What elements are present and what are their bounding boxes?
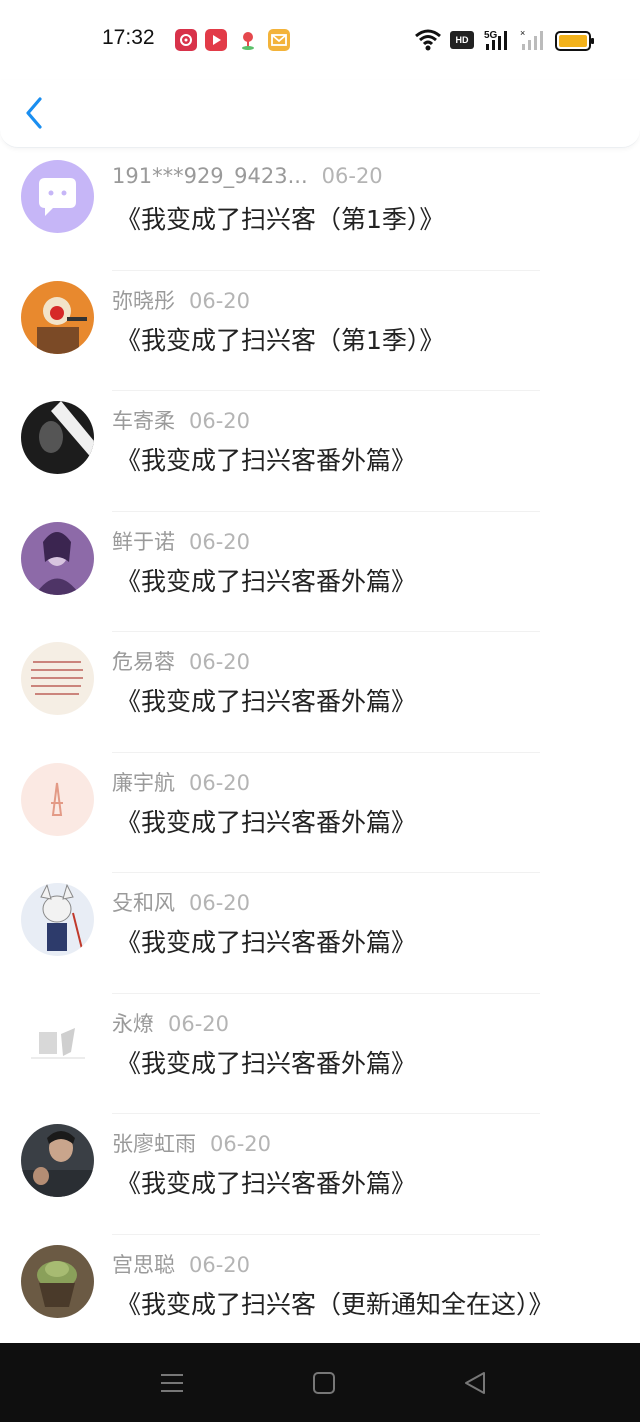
user-name: 191***929_9423... (112, 164, 308, 188)
item-title[interactable]: 《我变成了扫兴客（更新通知全在这）》 (116, 1285, 554, 1321)
grey-sketch-avatar[interactable] (21, 1003, 94, 1077)
user-name: 弥晓彤 (112, 288, 175, 313)
item-title[interactable]: 《我变成了扫兴客番外篇》 (116, 441, 416, 477)
mail-app-icon (268, 29, 290, 51)
chat-bubble-avatar[interactable] (21, 160, 94, 233)
list-item[interactable]: 191***929_9423... 06-20 《我变成了扫兴客（第1季）》 (0, 150, 640, 271)
wifi-icon (414, 28, 442, 56)
hd-icon: HD (450, 31, 474, 49)
user-name: 廉宇航 (112, 770, 175, 795)
item-meta: 车寄柔 06-20 (112, 405, 250, 435)
user-name: 宫思聪 (112, 1252, 175, 1277)
cupcake-avatar[interactable] (21, 1244, 94, 1318)
item-date: 06-20 (321, 164, 383, 188)
app-red-icon (175, 29, 197, 51)
list-item[interactable]: 弥晓彤 06-20 《我变成了扫兴客（第1季）》 (0, 271, 640, 391)
list-item[interactable]: 永燎 06-20 《我变成了扫兴客番外篇》 (0, 994, 640, 1114)
anime-avatar[interactable] (21, 883, 94, 956)
item-date: 06-20 (210, 1132, 272, 1156)
item-title[interactable]: 《我变成了扫兴客番外篇》 (116, 923, 416, 959)
item-title[interactable]: 《我变成了扫兴客番外篇》 (116, 562, 416, 598)
item-title[interactable]: 《我变成了扫兴客番外篇》 (116, 1164, 416, 1200)
signal-5g-icon: 5G (484, 28, 514, 56)
item-title[interactable]: 《我变成了扫兴客番外篇》 (116, 682, 416, 718)
item-title[interactable]: 《我变成了扫兴客番外篇》 (116, 803, 416, 839)
item-date: 06-20 (189, 529, 251, 554)
video-app-icon (205, 29, 227, 51)
list-item[interactable]: 殳和风 06-20 《我变成了扫兴客番外篇》 (0, 873, 640, 994)
list-item[interactable]: 鲜于诺 06-20 《我变成了扫兴客番外篇》 (0, 512, 640, 632)
item-meta: 殳和风 06-20 (112, 887, 250, 917)
item-meta: 宫思聪 06-20 (112, 1249, 250, 1279)
user-name: 张廖虹雨 (112, 1132, 196, 1156)
system-nav-bar (0, 1343, 640, 1422)
svg-text:×: × (520, 28, 525, 38)
status-bar: 17:32 HD 5G × (0, 0, 640, 80)
item-meta: 鲜于诺 06-20 (112, 526, 250, 556)
user-name: 鲜于诺 (112, 529, 175, 554)
signal-icon: × (520, 28, 548, 56)
list-item[interactable]: 张廖虹雨 06-20 《我变成了扫兴客番外篇》 (0, 1114, 640, 1235)
photo-avatar[interactable] (21, 1124, 94, 1197)
item-meta: 永燎 06-20 (112, 1008, 229, 1038)
list-item[interactable]: 廉宇航 06-20 《我变成了扫兴客番外篇》 (0, 753, 640, 873)
item-meta: 危易蓉 06-20 (112, 646, 250, 676)
item-date: 06-20 (168, 1011, 230, 1036)
home-icon[interactable] (310, 1369, 338, 1397)
back-triangle-icon[interactable] (462, 1369, 490, 1397)
top-header (0, 80, 640, 148)
chevron-left-icon[interactable] (20, 95, 50, 131)
map-pin-icon (237, 29, 259, 51)
item-meta: 191***929_9423... 06-20 (112, 164, 383, 188)
item-title[interactable]: 《我变成了扫兴客番外篇》 (116, 1044, 416, 1080)
purple-portrait-avatar[interactable] (21, 521, 94, 595)
svg-text:5G: 5G (484, 30, 498, 41)
list-item[interactable]: 宫思聪 06-20 《我变成了扫兴客（更新通知全在这）》 (0, 1235, 640, 1356)
tower-avatar[interactable] (21, 762, 94, 836)
item-date: 06-20 (189, 1252, 251, 1277)
item-date: 06-20 (189, 288, 251, 313)
item-date: 06-20 (189, 891, 251, 915)
item-meta: 廉宇航 06-20 (112, 767, 250, 797)
list-item[interactable]: 危易蓉 06-20 《我变成了扫兴客番外篇》 (0, 632, 640, 753)
item-date: 06-20 (189, 770, 251, 795)
item-title[interactable]: 《我变成了扫兴客（第1季）》 (116, 200, 444, 236)
user-name: 殳和风 (112, 891, 175, 915)
battery-icon (555, 31, 595, 51)
dark-portrait-avatar[interactable] (21, 401, 94, 474)
user-name: 车寄柔 (112, 409, 175, 433)
comment-list: 191***929_9423... 06-20 《我变成了扫兴客（第1季）》 弥晓… (0, 150, 640, 1355)
handwriting-avatar[interactable] (21, 642, 94, 715)
item-meta: 弥晓彤 06-20 (112, 285, 250, 315)
item-title[interactable]: 《我变成了扫兴客（第1季）》 (116, 321, 444, 357)
status-time: 17:32 (102, 26, 155, 49)
user-name: 危易蓉 (112, 650, 175, 674)
item-date: 06-20 (189, 409, 251, 433)
character-avatar[interactable] (21, 280, 94, 354)
item-date: 06-20 (189, 650, 251, 674)
menu-icon[interactable] (158, 1369, 186, 1397)
list-item[interactable]: 车寄柔 06-20 《我变成了扫兴客番外篇》 (0, 391, 640, 512)
user-name: 永燎 (112, 1011, 154, 1036)
item-meta: 张廖虹雨 06-20 (112, 1128, 271, 1158)
